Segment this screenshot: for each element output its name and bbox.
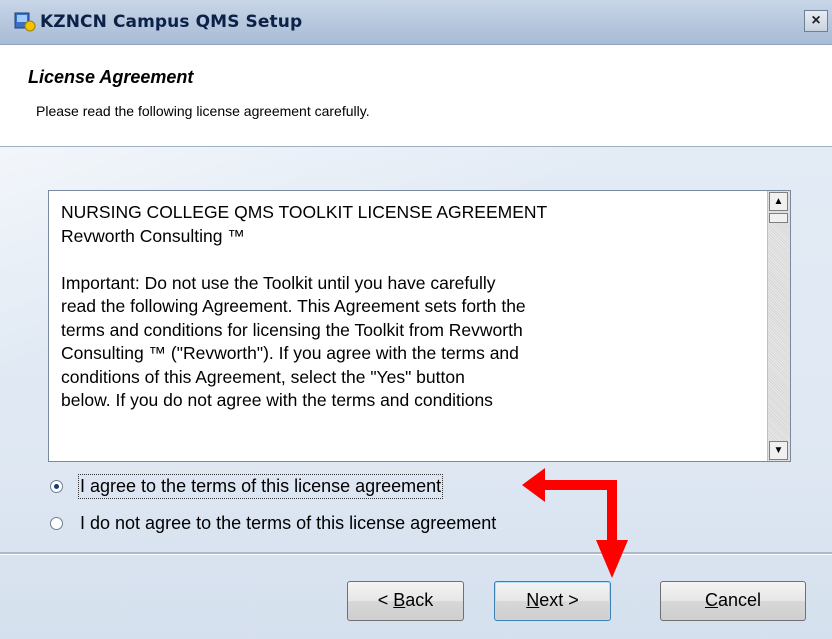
vertical-scrollbar[interactable]: ▲ ▼ xyxy=(767,191,790,461)
cancel-button[interactable]: Cancel xyxy=(660,581,806,621)
back-label-rest: ack xyxy=(405,590,434,610)
next-label-rest: ext > xyxy=(539,590,579,610)
agree-label[interactable]: I agree to the terms of this license agr… xyxy=(77,474,444,499)
next-button[interactable]: Next > xyxy=(494,581,611,621)
agree-radio[interactable] xyxy=(50,480,63,493)
scroll-up-icon[interactable]: ▲ xyxy=(769,192,788,211)
scroll-thumb[interactable] xyxy=(769,213,788,223)
disagree-label[interactable]: I do not agree to the terms of this lice… xyxy=(80,513,496,534)
setup-app-icon xyxy=(14,12,36,32)
back-accelerator: B xyxy=(393,590,406,610)
back-prefix: < xyxy=(377,590,394,610)
window-title: KZNCN Campus QMS Setup xyxy=(40,12,303,32)
page-subtitle: Please read the following license agreem… xyxy=(36,103,370,119)
next-accelerator: N xyxy=(526,590,540,610)
wizard-header: License Agreement Please read the follow… xyxy=(0,45,832,147)
close-button[interactable]: × xyxy=(804,10,828,32)
disagree-radio[interactable] xyxy=(50,517,63,530)
page-title: License Agreement xyxy=(28,67,194,87)
cancel-label-rest: ancel xyxy=(717,590,762,610)
radio-selected-dot xyxy=(54,484,59,489)
cancel-accelerator: C xyxy=(704,590,718,610)
title-bar: KZNCN Campus QMS Setup × xyxy=(0,0,832,45)
license-text: NURSING COLLEGE QMS TOOLKIT LICENSE AGRE… xyxy=(61,202,548,410)
license-text-box[interactable]: NURSING COLLEGE QMS TOOLKIT LICENSE AGRE… xyxy=(48,190,791,462)
scroll-down-icon[interactable]: ▼ xyxy=(769,441,788,460)
button-divider xyxy=(0,552,832,555)
back-button[interactable]: < Back xyxy=(347,581,464,621)
